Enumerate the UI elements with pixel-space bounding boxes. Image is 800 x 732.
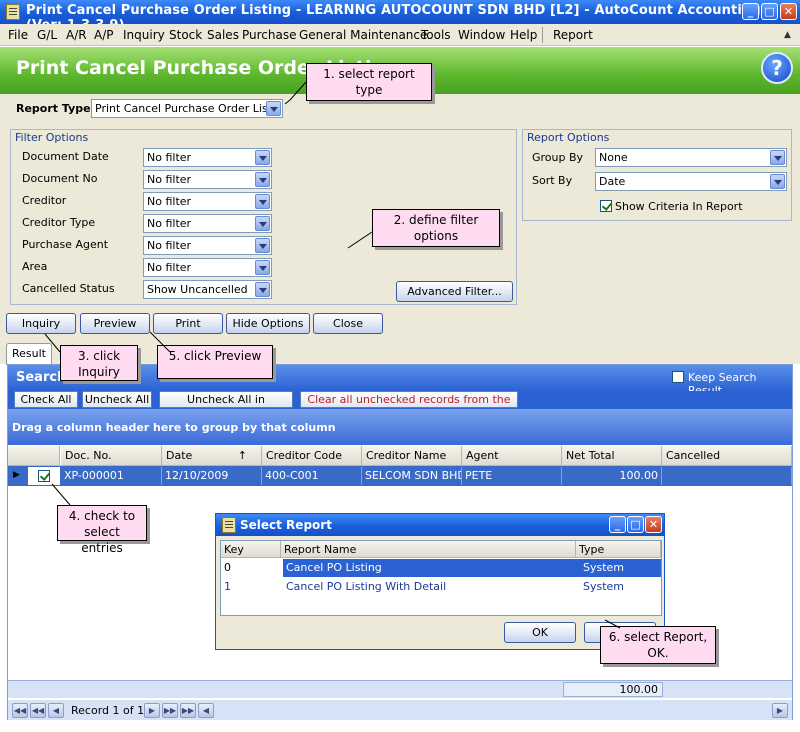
pointer-1 bbox=[284, 81, 307, 105]
pointer-2 bbox=[347, 231, 373, 249]
pointer-3 bbox=[44, 333, 61, 353]
pointer-5 bbox=[149, 331, 171, 353]
pointer-4 bbox=[51, 483, 71, 506]
pointer-6 bbox=[604, 619, 621, 629]
callout-pointers bbox=[44, 81, 621, 629]
